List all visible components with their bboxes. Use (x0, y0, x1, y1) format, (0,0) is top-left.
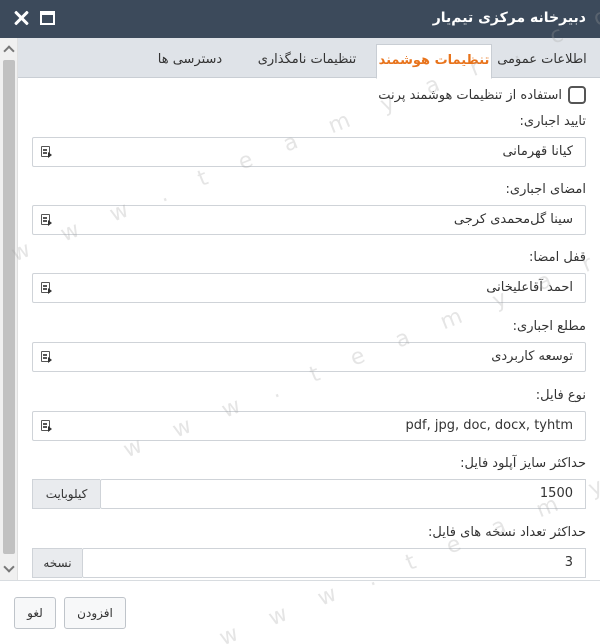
select-list-icon[interactable] (41, 146, 55, 159)
select-list-icon[interactable] (41, 351, 55, 364)
mandatory-signature-label: امضای اجباری: (505, 182, 586, 197)
max-upload-size-value: 1500 (539, 486, 573, 501)
mandatory-approval-value: کیانا قهرمانی (502, 144, 573, 159)
dialog-footer: افزودن لغو (0, 580, 600, 644)
select-list-icon[interactable] (41, 214, 55, 227)
select-list-icon[interactable] (41, 282, 55, 295)
smart-settings-panel: استفاده از تنظیمات هوشمند پرنت تایید اجب… (18, 78, 600, 580)
mandatory-approval-field[interactable]: کیانا قهرمانی (32, 137, 586, 167)
file-type-value: pdf, jpg, doc, docx, tyhtm (405, 418, 573, 433)
window-titlebar: دبیرخانه مرکزی تیم‌یار (0, 0, 600, 38)
signature-lock-value: احمد آقاعلیخانی (486, 280, 573, 295)
mandatory-signature-value: سینا گل‌محمدی کرجی (453, 212, 573, 227)
max-file-copies-input[interactable]: 3 (82, 548, 586, 578)
signature-lock-label: قفل امضا: (529, 250, 586, 265)
max-file-copies-value: 3 (564, 555, 573, 570)
file-type-label: نوع فایل: (535, 388, 586, 403)
scroll-up-icon[interactable] (4, 44, 14, 54)
maximize-icon[interactable] (40, 11, 55, 25)
scrollbar-thumb[interactable] (3, 60, 15, 554)
tab-bar: اطلاعات عمومی تنظیمات هوشمند تنظیمات نام… (18, 38, 600, 79)
max-upload-size-input[interactable]: 1500 (100, 479, 586, 509)
tab-naming-settings[interactable]: تنظیمات نامگذاری (246, 44, 368, 78)
close-icon[interactable] (12, 9, 30, 27)
copies-unit-addon: نسخه (32, 548, 82, 578)
smart-parent-settings-label: استفاده از تنظیمات هوشمند پرنت (378, 87, 562, 103)
mandatory-approval-label: تایید اجباری: (519, 114, 586, 129)
mandatory-signature-field[interactable]: سینا گل‌محمدی کرجی (32, 205, 586, 235)
scroll-down-icon[interactable] (4, 564, 14, 574)
mandatory-informed-field[interactable]: توسعه کاربردی (32, 342, 586, 372)
smart-parent-settings-checkbox[interactable] (568, 86, 586, 104)
signature-lock-field[interactable]: احمد آقاعلیخانی (32, 273, 586, 303)
max-upload-size-label: حداکثر سایز آپلود فایل: (460, 456, 586, 471)
window-title: دبیرخانه مرکزی تیم‌یار (432, 10, 586, 26)
tab-general-info[interactable]: اطلاعات عمومی (492, 44, 592, 78)
tab-smart-settings[interactable]: تنظیمات هوشمند (376, 44, 492, 79)
mandatory-informed-label: مطلع اجباری: (512, 319, 586, 334)
add-button[interactable]: افزودن (64, 597, 126, 629)
mandatory-informed-value: توسعه کاربردی (491, 349, 573, 364)
kilobyte-unit-addon: کیلوبایت (32, 479, 100, 509)
vertical-scrollbar[interactable] (0, 38, 18, 580)
file-type-field[interactable]: pdf, jpg, doc, docx, tyhtm (32, 411, 586, 441)
tab-access[interactable]: دسترسی ها (142, 44, 238, 78)
smart-parent-settings-row[interactable]: استفاده از تنظیمات هوشمند پرنت (378, 86, 586, 104)
cancel-button[interactable]: لغو (14, 597, 56, 629)
select-list-icon[interactable] (41, 420, 55, 433)
max-file-copies-label: حداکثر تعداد نسخه های فایل: (428, 525, 586, 540)
